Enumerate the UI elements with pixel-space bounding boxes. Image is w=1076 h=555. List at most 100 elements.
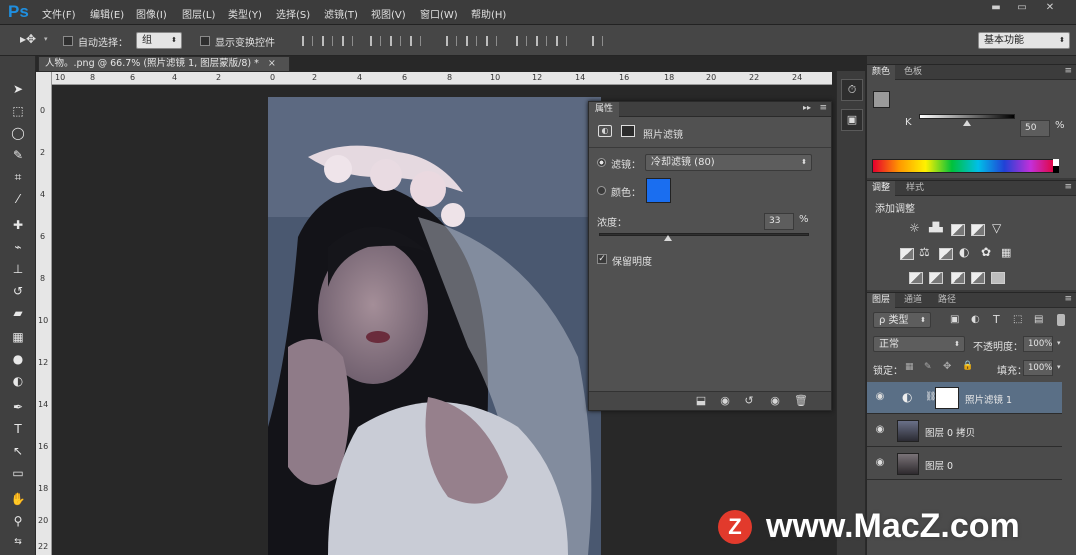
- lock-pixels-icon[interactable]: ✎: [924, 362, 932, 372]
- density-slider-track[interactable]: [599, 233, 809, 236]
- layer-kind-filter[interactable]: ρ 类型 ⬍: [873, 312, 931, 328]
- tab-styles[interactable]: 样式: [901, 181, 929, 196]
- color-spectrum-bar[interactable]: [872, 159, 1058, 173]
- tab-paths[interactable]: 路径: [933, 293, 961, 308]
- density-input[interactable]: 33: [764, 213, 794, 230]
- filter-toggle-icon[interactable]: [1057, 314, 1065, 326]
- document-photo[interactable]: [268, 97, 601, 555]
- threshold-icon[interactable]: [951, 272, 965, 284]
- toggle-visibility-icon[interactable]: ◉: [767, 395, 783, 407]
- close-tab-icon[interactable]: ×: [268, 58, 276, 69]
- document-tab[interactable]: 人物。.png @ 66.7% (照片滤镜 1, 图层蒙版/8) * ×: [38, 56, 290, 72]
- distribute-hcenter-icon[interactable]: [536, 36, 547, 46]
- distribute-left-icon[interactable]: [516, 36, 527, 46]
- color-lookup-icon[interactable]: ▦: [1001, 246, 1011, 259]
- move-tool-icon[interactable]: ▸✥: [20, 32, 36, 46]
- panel-menu-icon[interactable]: ≡: [1064, 294, 1072, 304]
- spectrum-black[interactable]: [1053, 166, 1059, 173]
- type-tool-icon[interactable]: T: [8, 420, 28, 438]
- brightness-contrast-icon[interactable]: ☼: [909, 221, 920, 235]
- filter-shape-icon[interactable]: ⬚: [1013, 314, 1022, 325]
- layer-mask-icon[interactable]: [621, 125, 635, 137]
- filter-color-swatch[interactable]: [646, 178, 671, 203]
- panel-menu-icon[interactable]: ≡: [819, 103, 827, 113]
- channel-slider-thumb[interactable]: [963, 120, 971, 126]
- opacity-arrow-icon[interactable]: ▾: [1057, 339, 1061, 347]
- align-top-icon[interactable]: [302, 36, 313, 46]
- filter-dropdown[interactable]: 冷却滤镜 (80) ⬍: [645, 154, 812, 171]
- hand-tool-icon[interactable]: ✋: [8, 490, 28, 508]
- auto-select-checkbox[interactable]: [63, 36, 73, 46]
- filter-radio[interactable]: [597, 158, 606, 167]
- align-right-icon[interactable]: [410, 36, 421, 46]
- density-slider-thumb[interactable]: [664, 235, 673, 241]
- fill-input[interactable]: 100%: [1023, 360, 1053, 376]
- menu-window[interactable]: 窗口(W): [420, 6, 458, 21]
- eye-icon[interactable]: ◉: [872, 424, 888, 436]
- gradient-map-icon[interactable]: [971, 272, 985, 284]
- shape-tool-icon[interactable]: ▭: [8, 464, 28, 482]
- menu-view[interactable]: 视图(V): [371, 6, 406, 21]
- view-previous-state-icon[interactable]: ◉: [717, 395, 733, 407]
- menu-help[interactable]: 帮助(H): [471, 6, 506, 21]
- layer-name[interactable]: 图层 0: [925, 458, 953, 472]
- lasso-tool-icon[interactable]: ◯: [8, 124, 28, 142]
- layer-name[interactable]: 图层 0 拷贝: [925, 425, 975, 439]
- selective-color-icon[interactable]: [991, 272, 1005, 284]
- hue-saturation-icon[interactable]: [900, 248, 914, 260]
- preserve-luminosity-checkbox[interactable]: ✓: [597, 254, 607, 264]
- pen-tool-icon[interactable]: ✒: [8, 398, 28, 416]
- layer-mask-thumbnail[interactable]: [935, 387, 959, 409]
- invert-icon[interactable]: [909, 272, 923, 284]
- menu-select[interactable]: 选择(S): [276, 6, 310, 21]
- properties-panel-icon[interactable]: ▣: [841, 109, 863, 131]
- workspace-dropdown[interactable]: 基本功能 ⬍: [978, 32, 1070, 49]
- collapse-panel-icon[interactable]: ▸▸: [803, 103, 811, 112]
- clip-to-layer-icon[interactable]: ⬓: [693, 395, 709, 407]
- brush-tool-icon[interactable]: ⌁: [8, 238, 28, 256]
- tab-color[interactable]: 颜色: [867, 65, 896, 80]
- blend-mode-dropdown[interactable]: 正常 ⬍: [873, 336, 965, 352]
- dodge-tool-icon[interactable]: ◐: [8, 372, 28, 390]
- blur-tool-icon[interactable]: ●: [8, 350, 28, 368]
- layer-row-photo-filter[interactable]: ◉ ◐ ⛓ 照片滤镜 1: [867, 382, 1062, 414]
- healing-brush-tool-icon[interactable]: ✚: [8, 216, 28, 234]
- align-bottom-icon[interactable]: [342, 36, 353, 46]
- reset-icon[interactable]: ↺: [741, 395, 757, 407]
- foreground-color-swatch[interactable]: [873, 91, 890, 108]
- channel-mixer-icon[interactable]: ✿: [981, 245, 991, 259]
- swap-colors-icon[interactable]: ⇆: [8, 533, 28, 551]
- zoom-tool-icon[interactable]: ⚲: [8, 512, 28, 530]
- marquee-tool-icon[interactable]: ⬚: [8, 102, 28, 120]
- quick-select-tool-icon[interactable]: ✎: [8, 146, 28, 164]
- show-transform-checkbox[interactable]: [200, 36, 210, 46]
- history-brush-tool-icon[interactable]: ↺: [8, 282, 28, 300]
- clone-stamp-tool-icon[interactable]: ⊥: [8, 260, 28, 278]
- filter-adjustment-icon[interactable]: ◐: [971, 314, 980, 325]
- filter-pixel-icon[interactable]: ▣: [950, 314, 959, 325]
- distribute-top-icon[interactable]: [446, 36, 457, 46]
- menu-filter[interactable]: 滤镜(T): [324, 6, 358, 21]
- auto-select-dropdown[interactable]: 组 ⬍: [136, 32, 182, 49]
- opacity-input[interactable]: 100%: [1023, 336, 1053, 352]
- auto-align-icon[interactable]: [592, 36, 603, 46]
- photo-filter-icon[interactable]: ◐: [959, 245, 969, 259]
- eye-icon[interactable]: ◉: [872, 457, 888, 469]
- move-tool-icon[interactable]: ➤: [8, 80, 28, 98]
- channel-slider-track[interactable]: [919, 114, 1015, 119]
- align-hcenter-icon[interactable]: [390, 36, 401, 46]
- tab-channels[interactable]: 通道: [899, 293, 927, 308]
- color-radio[interactable]: [597, 186, 606, 195]
- tab-properties[interactable]: 属性: [589, 102, 620, 117]
- path-select-tool-icon[interactable]: ↖: [8, 442, 28, 460]
- distribute-vcenter-icon[interactable]: [466, 36, 477, 46]
- distribute-bottom-icon[interactable]: [486, 36, 497, 46]
- panel-menu-icon[interactable]: ≡: [1064, 182, 1072, 192]
- levels-icon[interactable]: ▟▙: [929, 223, 943, 233]
- menu-file[interactable]: 文件(F): [42, 6, 76, 21]
- filter-smart-object-icon[interactable]: ▤: [1034, 314, 1043, 325]
- menu-edit[interactable]: 编辑(E): [90, 6, 124, 21]
- layer-row-layer0-copy[interactable]: ◉ 图层 0 拷贝: [867, 415, 1062, 447]
- crop-tool-icon[interactable]: ⌗: [8, 168, 28, 186]
- close-window-button[interactable]: ✕: [1036, 2, 1064, 16]
